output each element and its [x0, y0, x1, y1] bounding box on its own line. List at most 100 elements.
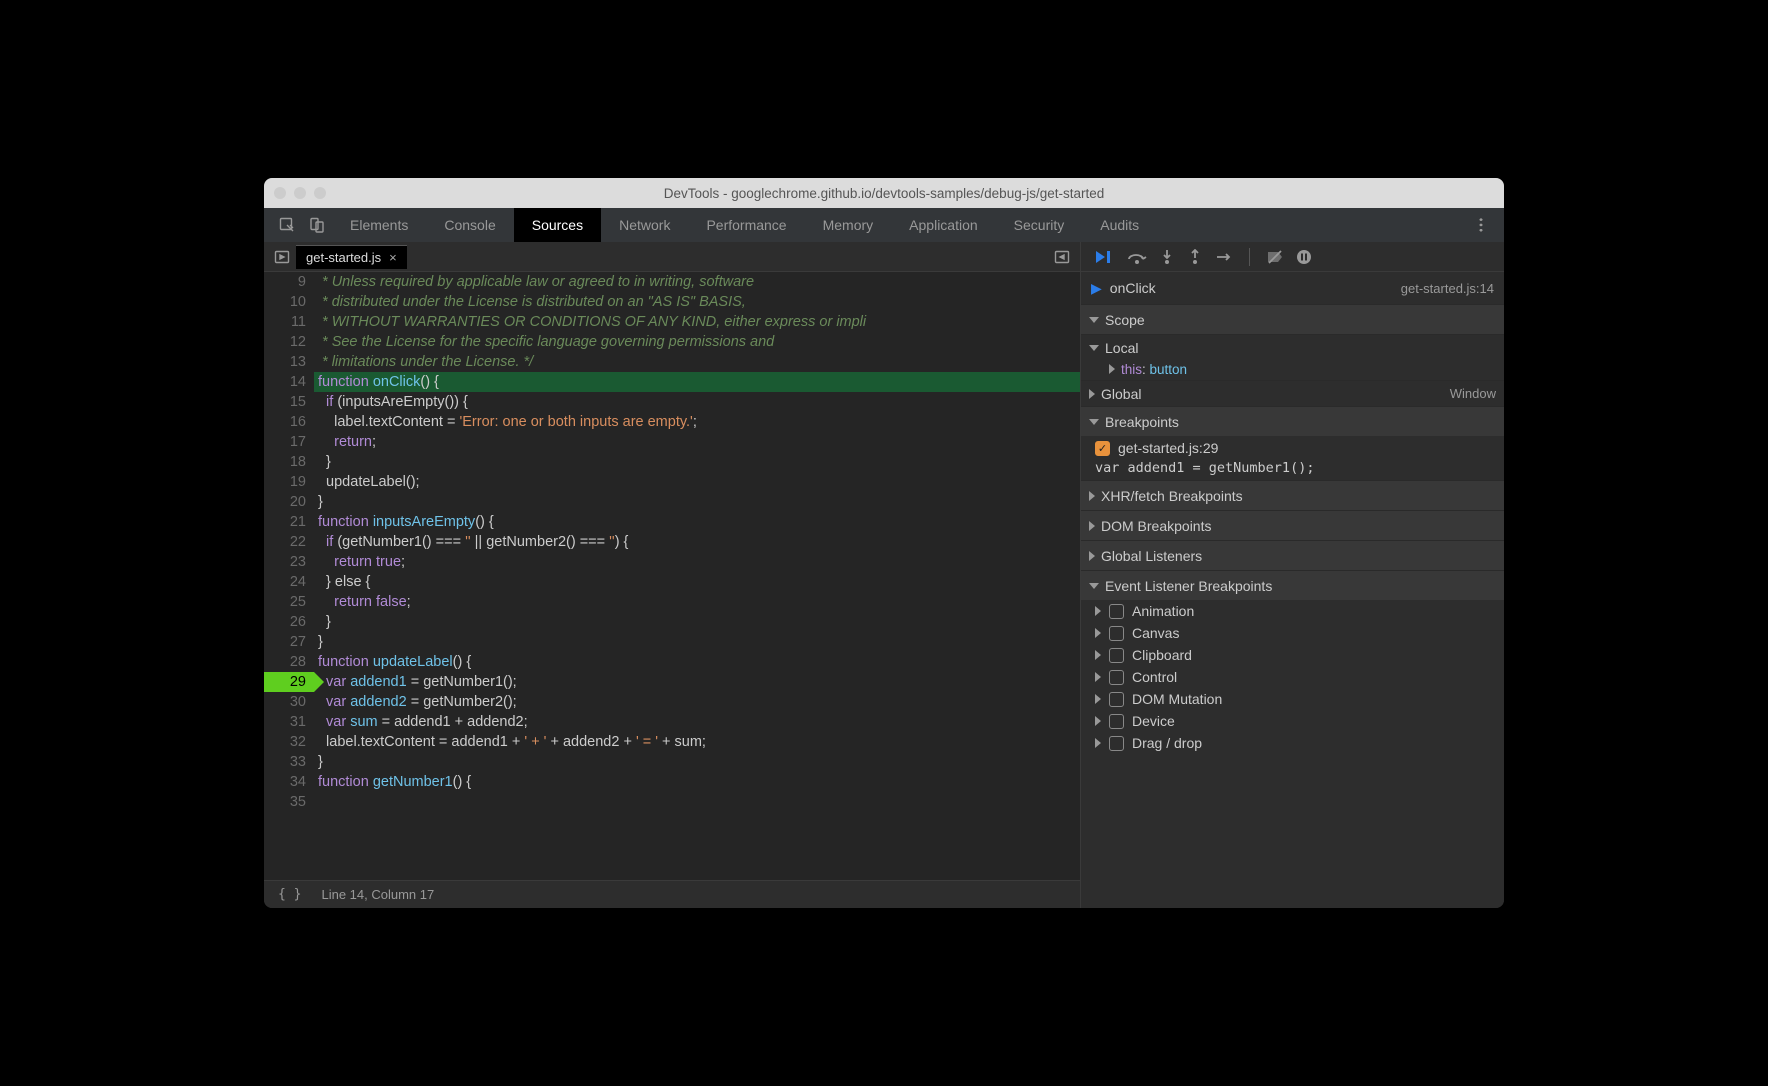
event-checkbox[interactable]: [1109, 670, 1124, 685]
deactivate-breakpoints-icon[interactable]: [1266, 249, 1284, 265]
format-icon[interactable]: { }: [278, 887, 301, 902]
event-category[interactable]: Control: [1081, 666, 1504, 688]
tab-console[interactable]: Console: [426, 208, 513, 242]
inspect-icon[interactable]: [272, 217, 302, 233]
scope-variable[interactable]: this: button: [1081, 360, 1504, 380]
scope-section[interactable]: Scope: [1081, 304, 1504, 334]
paused-function: onClick: [1110, 280, 1156, 296]
global-listeners-section[interactable]: Global Listeners: [1081, 540, 1504, 570]
event-category[interactable]: Device: [1081, 710, 1504, 732]
line-number[interactable]: 26: [264, 612, 306, 632]
line-number[interactable]: 28: [264, 652, 306, 672]
close-tab-icon[interactable]: ×: [389, 250, 397, 265]
line-number[interactable]: 20: [264, 492, 306, 512]
tab-network[interactable]: Network: [601, 208, 688, 242]
line-number[interactable]: 31: [264, 712, 306, 732]
line-number[interactable]: 16: [264, 412, 306, 432]
titlebar: DevTools - googlechrome.github.io/devtoo…: [264, 178, 1504, 208]
tab-elements[interactable]: Elements: [332, 208, 426, 242]
scope-global[interactable]: GlobalWindow: [1081, 380, 1504, 406]
file-tabs: get-started.js ×: [264, 242, 1080, 272]
breakpoint-checkbox[interactable]: ✓: [1095, 441, 1110, 456]
line-number[interactable]: 14: [264, 372, 306, 392]
device-icon[interactable]: [302, 217, 332, 233]
step-over-icon[interactable]: [1127, 249, 1147, 265]
code-lines[interactable]: * Unless required by applicable law or a…: [314, 272, 1080, 880]
event-checkbox[interactable]: [1109, 736, 1124, 751]
source-panel: get-started.js × 9 10 11 12 13 14 15 16 …: [264, 242, 1080, 908]
line-gutter[interactable]: 9 10 11 12 13 14 15 16 17 18 19 20 21 22…: [264, 272, 314, 880]
line-number[interactable]: 27: [264, 632, 306, 652]
event-checkbox[interactable]: [1109, 604, 1124, 619]
line-number[interactable]: 9: [264, 272, 306, 292]
line-number[interactable]: 22: [264, 532, 306, 552]
line-number[interactable]: 32: [264, 732, 306, 752]
call-frame[interactable]: ▶ onClick get-started.js:14: [1081, 272, 1504, 304]
event-category[interactable]: Clipboard: [1081, 644, 1504, 666]
resume-icon[interactable]: [1095, 249, 1115, 265]
step-out-icon[interactable]: [1187, 249, 1203, 265]
minimize-dot[interactable]: [294, 187, 306, 199]
step-into-icon[interactable]: [1159, 249, 1175, 265]
xhr-breakpoints-section[interactable]: XHR/fetch Breakpoints: [1081, 480, 1504, 510]
event-checkbox[interactable]: [1109, 714, 1124, 729]
line-number[interactable]: 24: [264, 572, 306, 592]
line-number[interactable]: 10: [264, 292, 306, 312]
cursor-position: Line 14, Column 17: [321, 887, 434, 902]
line-number[interactable]: 25: [264, 592, 306, 612]
event-category[interactable]: DOM Mutation: [1081, 688, 1504, 710]
close-dot[interactable]: [274, 187, 286, 199]
tab-audits[interactable]: Audits: [1082, 208, 1157, 242]
event-checkbox[interactable]: [1109, 626, 1124, 641]
panel-tabbar: Elements Console Sources Network Perform…: [264, 208, 1504, 242]
current-frame-icon: ▶: [1091, 280, 1102, 297]
window-title: DevTools - googlechrome.github.io/devtoo…: [264, 186, 1504, 201]
line-number[interactable]: 11: [264, 312, 306, 332]
scope-local[interactable]: Local: [1081, 334, 1504, 360]
event-category[interactable]: Animation: [1081, 600, 1504, 622]
devtools-window: DevTools - googlechrome.github.io/devtoo…: [264, 178, 1504, 908]
kebab-icon[interactable]: [1466, 217, 1496, 233]
debugger-toolbar: [1081, 242, 1504, 272]
line-number[interactable]: 33: [264, 752, 306, 772]
step-icon[interactable]: [1215, 249, 1233, 265]
code-editor[interactable]: 9 10 11 12 13 14 15 16 17 18 19 20 21 22…: [264, 272, 1080, 880]
event-checkbox[interactable]: [1109, 692, 1124, 707]
tab-performance[interactable]: Performance: [688, 208, 804, 242]
paused-location: get-started.js:14: [1401, 281, 1494, 296]
debugger-sidebar: ▶ onClick get-started.js:14 Scope Local …: [1080, 242, 1504, 908]
line-number[interactable]: 30: [264, 692, 306, 712]
statusbar: { } Line 14, Column 17: [264, 880, 1080, 908]
zoom-dot[interactable]: [314, 187, 326, 199]
show-debugger-icon[interactable]: [1048, 249, 1076, 265]
line-number[interactable]: 15: [264, 392, 306, 412]
file-tab-label: get-started.js: [306, 250, 381, 265]
line-number[interactable]: 18: [264, 452, 306, 472]
line-number[interactable]: 13: [264, 352, 306, 372]
event-listener-breakpoints-section[interactable]: Event Listener Breakpoints: [1081, 570, 1504, 600]
show-navigator-icon[interactable]: [268, 249, 296, 265]
line-number[interactable]: 34: [264, 772, 306, 792]
line-number[interactable]: 19: [264, 472, 306, 492]
file-tab[interactable]: get-started.js ×: [296, 245, 407, 269]
line-number[interactable]: 21: [264, 512, 306, 532]
line-number[interactable]: 17: [264, 432, 306, 452]
event-category[interactable]: Drag / drop: [1081, 732, 1504, 754]
breakpoint-marker[interactable]: 29: [264, 672, 314, 692]
breakpoint-item[interactable]: ✓get-started.js:29: [1081, 436, 1504, 458]
body: get-started.js × 9 10 11 12 13 14 15 16 …: [264, 242, 1504, 908]
line-number[interactable]: 35: [264, 792, 306, 812]
pause-on-exceptions-icon[interactable]: [1296, 249, 1312, 265]
dom-breakpoints-section[interactable]: DOM Breakpoints: [1081, 510, 1504, 540]
breakpoints-section[interactable]: Breakpoints: [1081, 406, 1504, 436]
tab-application[interactable]: Application: [891, 208, 996, 242]
breakpoint-code: var addend1 = getNumber1();: [1081, 458, 1504, 480]
tab-sources[interactable]: Sources: [514, 208, 601, 242]
event-checkbox[interactable]: [1109, 648, 1124, 663]
tab-security[interactable]: Security: [996, 208, 1083, 242]
event-category[interactable]: Canvas: [1081, 622, 1504, 644]
tab-memory[interactable]: Memory: [805, 208, 892, 242]
execution-line: function onClick() {: [314, 372, 1080, 392]
line-number[interactable]: 12: [264, 332, 306, 352]
line-number[interactable]: 23: [264, 552, 306, 572]
